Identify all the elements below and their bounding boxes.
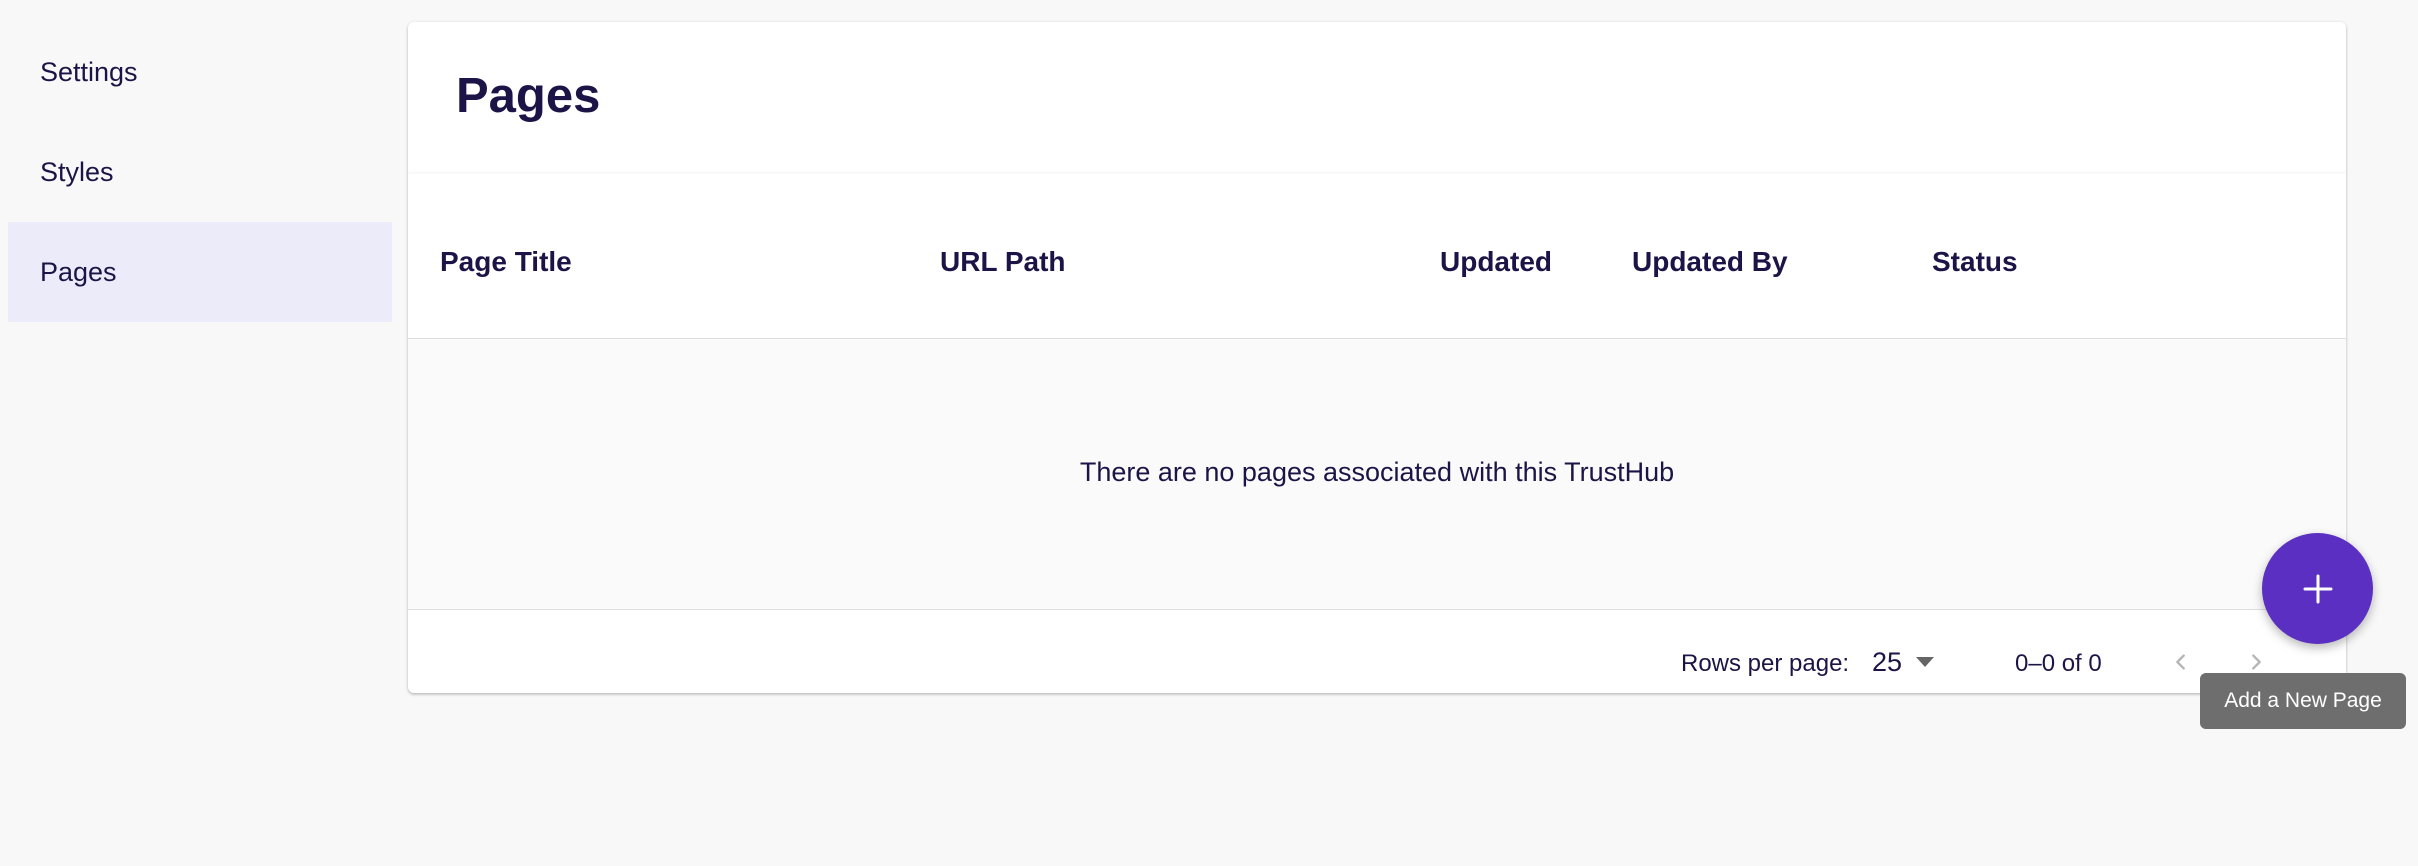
sidebar-item-label: Settings xyxy=(40,56,138,87)
table-empty-state: There are no pages associated with this … xyxy=(408,339,2346,610)
column-header-updated-by[interactable]: Updated By xyxy=(1632,246,1788,278)
rows-per-page-value: 25 xyxy=(1872,646,1903,677)
column-header-url-path[interactable]: URL Path xyxy=(940,246,1066,278)
sidebar-item-label: Styles xyxy=(40,156,114,187)
sidebar-item-pages[interactable]: Pages xyxy=(8,222,392,322)
sidebar: Settings Styles Pages xyxy=(8,22,392,322)
table-header-row: Page Title URL Path Updated Updated By S… xyxy=(408,174,2346,339)
column-header-updated[interactable]: Updated xyxy=(1440,246,1552,278)
rows-per-page-label: Rows per page: xyxy=(1681,650,1850,677)
sidebar-item-styles[interactable]: Styles xyxy=(8,122,392,222)
pagination-range: 0–0 of 0 xyxy=(2015,650,2102,677)
add-page-button[interactable] xyxy=(2262,533,2373,644)
sidebar-item-label: Pages xyxy=(40,256,117,287)
column-header-page-title[interactable]: Page Title xyxy=(440,246,572,278)
empty-message: There are no pages associated with this … xyxy=(1079,457,1675,487)
table-pagination: Rows per page: 25 0–0 of 0 xyxy=(408,610,2346,693)
previous-page-button[interactable] xyxy=(2163,644,2199,680)
chevron-right-icon xyxy=(2252,654,2261,670)
caret-down-icon xyxy=(1916,657,1935,667)
sidebar-item-settings[interactable]: Settings xyxy=(8,22,392,122)
plus-icon xyxy=(2303,574,2332,603)
pages-card: Pages Page Title URL Path Updated Update… xyxy=(408,22,2346,693)
add-page-tooltip: Add a New Page xyxy=(2200,673,2406,729)
chevron-left-icon xyxy=(2176,654,2185,670)
rows-per-page-select[interactable]: 25 xyxy=(1872,644,1952,680)
column-header-status[interactable]: Status xyxy=(1932,246,2018,278)
page-title: Pages xyxy=(456,69,601,123)
card-header: Pages xyxy=(408,22,2346,174)
